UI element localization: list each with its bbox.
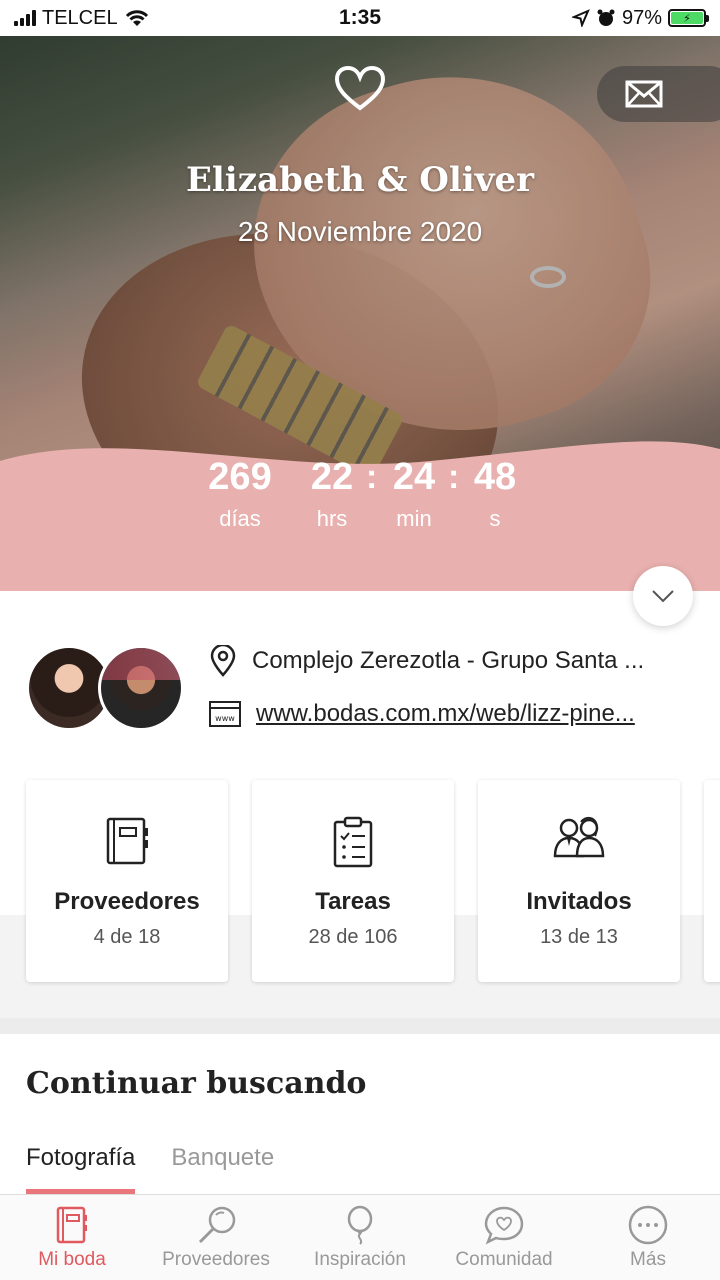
heart-logo-icon bbox=[334, 66, 386, 111]
tab-photography[interactable]: Fotografía bbox=[26, 1144, 136, 1194]
card-count: 13 de 13 bbox=[540, 926, 618, 948]
messages-button[interactable] bbox=[597, 66, 720, 122]
countdown: 269 días 22 hrs : 24 min : 48 s bbox=[0, 456, 720, 576]
countdown-minutes: 24 bbox=[392, 456, 436, 498]
countdown-days: 269 bbox=[208, 456, 272, 498]
bottom-navigation: Mi boda Proveedores Inspiración Comunida… bbox=[0, 1194, 720, 1280]
card-title: Proveedores bbox=[54, 888, 200, 915]
nav-more[interactable]: Más bbox=[576, 1195, 720, 1280]
nav-label: Mi boda bbox=[38, 1249, 106, 1270]
svg-text:www: www bbox=[215, 714, 235, 723]
location-pin-icon bbox=[210, 645, 236, 677]
vendors-card[interactable]: Proveedores 4 de 18 bbox=[26, 780, 228, 982]
venue-row[interactable]: Complejo Zerezotla - Grupo Santa ... bbox=[208, 645, 698, 677]
search-icon bbox=[198, 1206, 236, 1244]
couple-avatars[interactable] bbox=[26, 645, 186, 733]
alarm-icon bbox=[597, 9, 615, 26]
chevron-down-icon bbox=[652, 590, 674, 603]
notebook-icon bbox=[106, 817, 148, 865]
status-right: 97% ⚡ bbox=[571, 6, 709, 30]
category-tabs: Fotografía Banquete bbox=[26, 1144, 274, 1194]
envelope-icon bbox=[625, 80, 663, 108]
nav-label: Proveedores bbox=[162, 1249, 270, 1270]
status-left: TELCEL bbox=[14, 7, 150, 30]
tasks-card[interactable]: Tareas 28 de 106 bbox=[252, 780, 454, 982]
card-count: 4 de 18 bbox=[93, 926, 161, 948]
countdown-hours-label: hrs bbox=[316, 506, 348, 531]
tab-banquet[interactable]: Banquete bbox=[171, 1144, 274, 1194]
carrier-label: TELCEL bbox=[42, 6, 118, 29]
countdown-minutes-label: min bbox=[396, 506, 432, 531]
more-icon bbox=[628, 1205, 668, 1245]
countdown-seconds: 48 bbox=[473, 456, 517, 498]
countdown-seconds-label: s bbox=[489, 506, 501, 531]
expand-details-button[interactable] bbox=[633, 566, 693, 626]
card-count: 28 de 106 bbox=[308, 926, 398, 948]
chat-heart-icon bbox=[484, 1206, 524, 1245]
status-bar: TELCEL 1:35 97% ⚡ bbox=[0, 0, 720, 36]
nav-vendors[interactable]: Proveedores bbox=[144, 1195, 288, 1280]
nav-my-wedding[interactable]: Mi boda bbox=[0, 1195, 144, 1280]
venue-name: Complejo Zerezotla - Grupo Santa ... bbox=[252, 647, 645, 674]
nav-community[interactable]: Comunidad bbox=[432, 1195, 576, 1280]
couple-names: Elizabeth & Oliver bbox=[185, 160, 535, 200]
battery-percent: 97% bbox=[621, 6, 662, 29]
countdown-hours: 22 bbox=[310, 456, 354, 498]
avatar bbox=[98, 645, 184, 731]
battery-icon: ⚡ bbox=[668, 9, 709, 27]
signal-icon bbox=[14, 10, 36, 26]
nav-label: Comunidad bbox=[455, 1249, 553, 1270]
balloon-icon bbox=[347, 1205, 373, 1245]
guests-card[interactable]: Invitados 13 de 13 bbox=[478, 780, 680, 982]
wedding-book-icon bbox=[56, 1206, 87, 1244]
next-card-peek[interactable] bbox=[704, 780, 720, 982]
clipboard-checklist-icon bbox=[333, 816, 373, 868]
website-link[interactable]: www.bodas.com.mx/web/lizz-pine... bbox=[256, 700, 635, 728]
wifi-icon bbox=[125, 10, 148, 26]
nav-label: Más bbox=[630, 1249, 666, 1270]
wedding-date: 28 Noviembre 2020 bbox=[237, 216, 483, 247]
guests-icon bbox=[553, 816, 605, 858]
card-title: Tareas bbox=[315, 888, 391, 915]
nav-label: Inspiración bbox=[314, 1249, 406, 1270]
nav-inspiration[interactable]: Inspiración bbox=[288, 1195, 432, 1280]
card-title: Invitados bbox=[526, 888, 632, 915]
website-icon: www bbox=[209, 701, 241, 727]
section-divider bbox=[0, 1018, 720, 1034]
website-row[interactable]: www www.bodas.com.mx/web/lizz-pine... bbox=[208, 700, 698, 728]
continue-searching-title: Continuar buscando bbox=[26, 1066, 367, 1101]
location-arrow-icon bbox=[571, 9, 590, 27]
countdown-days-label: días bbox=[219, 506, 261, 531]
